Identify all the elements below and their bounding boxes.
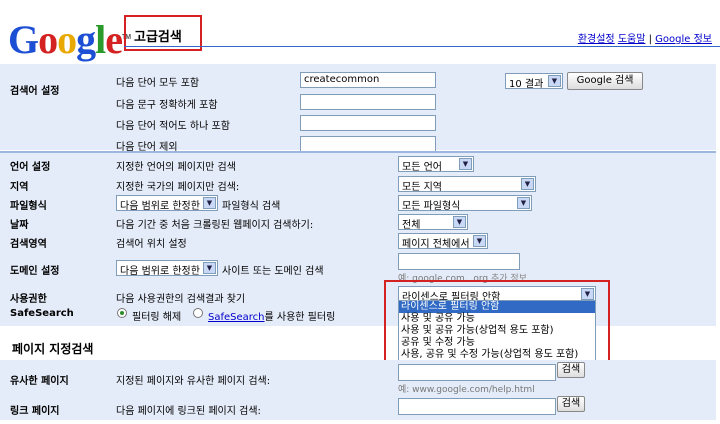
logo-letter: l: [95, 17, 106, 63]
occurrence-desc: 검색어 위치 설정: [116, 239, 187, 250]
safesearch-off-radio[interactable]: [117, 308, 127, 318]
help-link[interactable]: 도움말: [618, 34, 646, 45]
filetype-label: 파일형식: [10, 201, 47, 212]
language-value: 모든 언어: [402, 162, 442, 172]
similar-search-button[interactable]: 검색: [557, 362, 585, 378]
all-words-label: 다음 단어 모두 포함: [116, 78, 200, 89]
chevron-down-icon: ▼: [203, 197, 216, 209]
language-desc: 지정한 언어의 페이지만 검색: [116, 162, 236, 173]
results-count-select[interactable]: 10 결과 ▼: [505, 73, 563, 89]
results-count-value: 10 결과: [509, 79, 544, 89]
filetype-select[interactable]: 모든 파일형식 ▼: [398, 195, 532, 211]
safesearch-on-suffix: 를 사용한 필터링: [264, 312, 336, 323]
domain-input[interactable]: [398, 253, 520, 270]
any-words-label: 다음 단어 적어도 하나 포함: [116, 121, 230, 132]
link-pages-input[interactable]: [398, 398, 556, 415]
header-divider: [124, 46, 720, 47]
safesearch-label: SafeSearch: [10, 308, 74, 319]
filetype-scope-value: 다음 범위로 한정한: [120, 201, 200, 211]
region-desc: 지정한 국가의 페이지만 검색:: [116, 182, 240, 193]
chevron-down-icon: ▼: [521, 178, 534, 190]
chevron-down-icon: ▼: [473, 235, 486, 247]
language-label: 언어 설정: [10, 162, 51, 173]
link-pages-desc: 다음 페이지에 링크된 페이지 검색:: [116, 406, 261, 417]
any-words-input[interactable]: [300, 115, 436, 131]
filetype-scope-select[interactable]: 다음 범위로 한정한 ▼: [116, 195, 218, 211]
page-search-panel: [0, 360, 716, 420]
highlight-box-usage: [384, 280, 610, 366]
domain-desc: 사이트 또는 도메인 검색: [222, 266, 324, 277]
chevron-down-icon: ▼: [517, 197, 530, 209]
domain-scope-select[interactable]: 다음 범위로 한정한 ▼: [116, 260, 218, 276]
usage-rights-desc: 다음 사용권한의 검색결과 찾기: [116, 294, 246, 305]
logo-letter: G: [8, 17, 39, 63]
logo-letter: o: [57, 17, 77, 63]
filetype-value: 모든 파일형식: [402, 201, 461, 211]
exact-phrase-label: 다음 문구 정확하게 포함: [116, 100, 218, 111]
similar-pages-input[interactable]: [398, 364, 556, 381]
date-select[interactable]: 전체 ▼: [398, 214, 468, 230]
region-label: 지역: [10, 182, 29, 193]
date-label: 날짜: [10, 220, 29, 231]
all-words-input[interactable]: createcommon: [300, 72, 436, 88]
similar-pages-desc: 지정된 페이지와 유사한 페이지 검색:: [116, 376, 271, 387]
region-select[interactable]: 모든 지역 ▼: [398, 176, 536, 192]
occurrence-value: 페이지 전체에서: [402, 239, 470, 249]
occurrence-select[interactable]: 페이지 전체에서 ▼: [398, 233, 488, 249]
domain-scope-value: 다음 범위로 한정한: [120, 266, 200, 276]
domain-label: 도메인 설정: [10, 266, 60, 277]
usage-rights-label: 사용권한: [10, 294, 47, 305]
date-desc: 다음 기간 중 처음 크롤링된 웹페이지 검색하기:: [116, 220, 314, 231]
filetype-desc: 파일형식 검색: [222, 201, 281, 212]
link-pages-label: 링크 페이지: [10, 406, 60, 417]
exact-phrase-input[interactable]: [300, 94, 436, 110]
logo-letter: g: [76, 17, 96, 63]
similar-pages-hint: 예: www.google.com/help.html: [398, 385, 535, 395]
preferences-link[interactable]: 환경설정: [578, 34, 615, 45]
about-google-link[interactable]: Google 정보: [655, 34, 712, 45]
chevron-down-icon: ▼: [548, 75, 561, 87]
search-terms-label: 검색어 설정: [10, 86, 60, 97]
safesearch-link[interactable]: SafeSearch: [208, 312, 265, 323]
page-search-title: 페이지 지정검색: [12, 342, 94, 356]
chevron-down-icon: ▼: [459, 158, 472, 170]
safesearch-off-label: 필터링 해제: [132, 312, 182, 323]
page-title: 고급검색: [134, 30, 182, 45]
chevron-down-icon: ▼: [203, 262, 216, 274]
exclude-words-input[interactable]: [300, 136, 436, 152]
link-search-button[interactable]: 검색: [557, 396, 585, 412]
date-value: 전체: [402, 220, 421, 230]
region-value: 모든 지역: [402, 182, 442, 192]
language-select[interactable]: 모든 언어 ▼: [398, 156, 474, 172]
safesearch-on-radio[interactable]: [193, 308, 203, 318]
similar-pages-label: 유사한 페이지: [10, 376, 69, 387]
google-logo[interactable]: GoogleTM: [8, 17, 131, 63]
chevron-down-icon: ▼: [453, 216, 466, 228]
occurrence-label: 검색영역: [10, 239, 47, 250]
google-search-button[interactable]: Google 검색: [567, 72, 643, 90]
logo-letter: e: [105, 17, 123, 63]
logo-letter: o: [38, 17, 58, 63]
safesearch-on-label: SafeSearch를 사용한 필터링: [208, 308, 335, 323]
top-links: 환경설정 도움말 | Google 정보: [577, 34, 712, 45]
